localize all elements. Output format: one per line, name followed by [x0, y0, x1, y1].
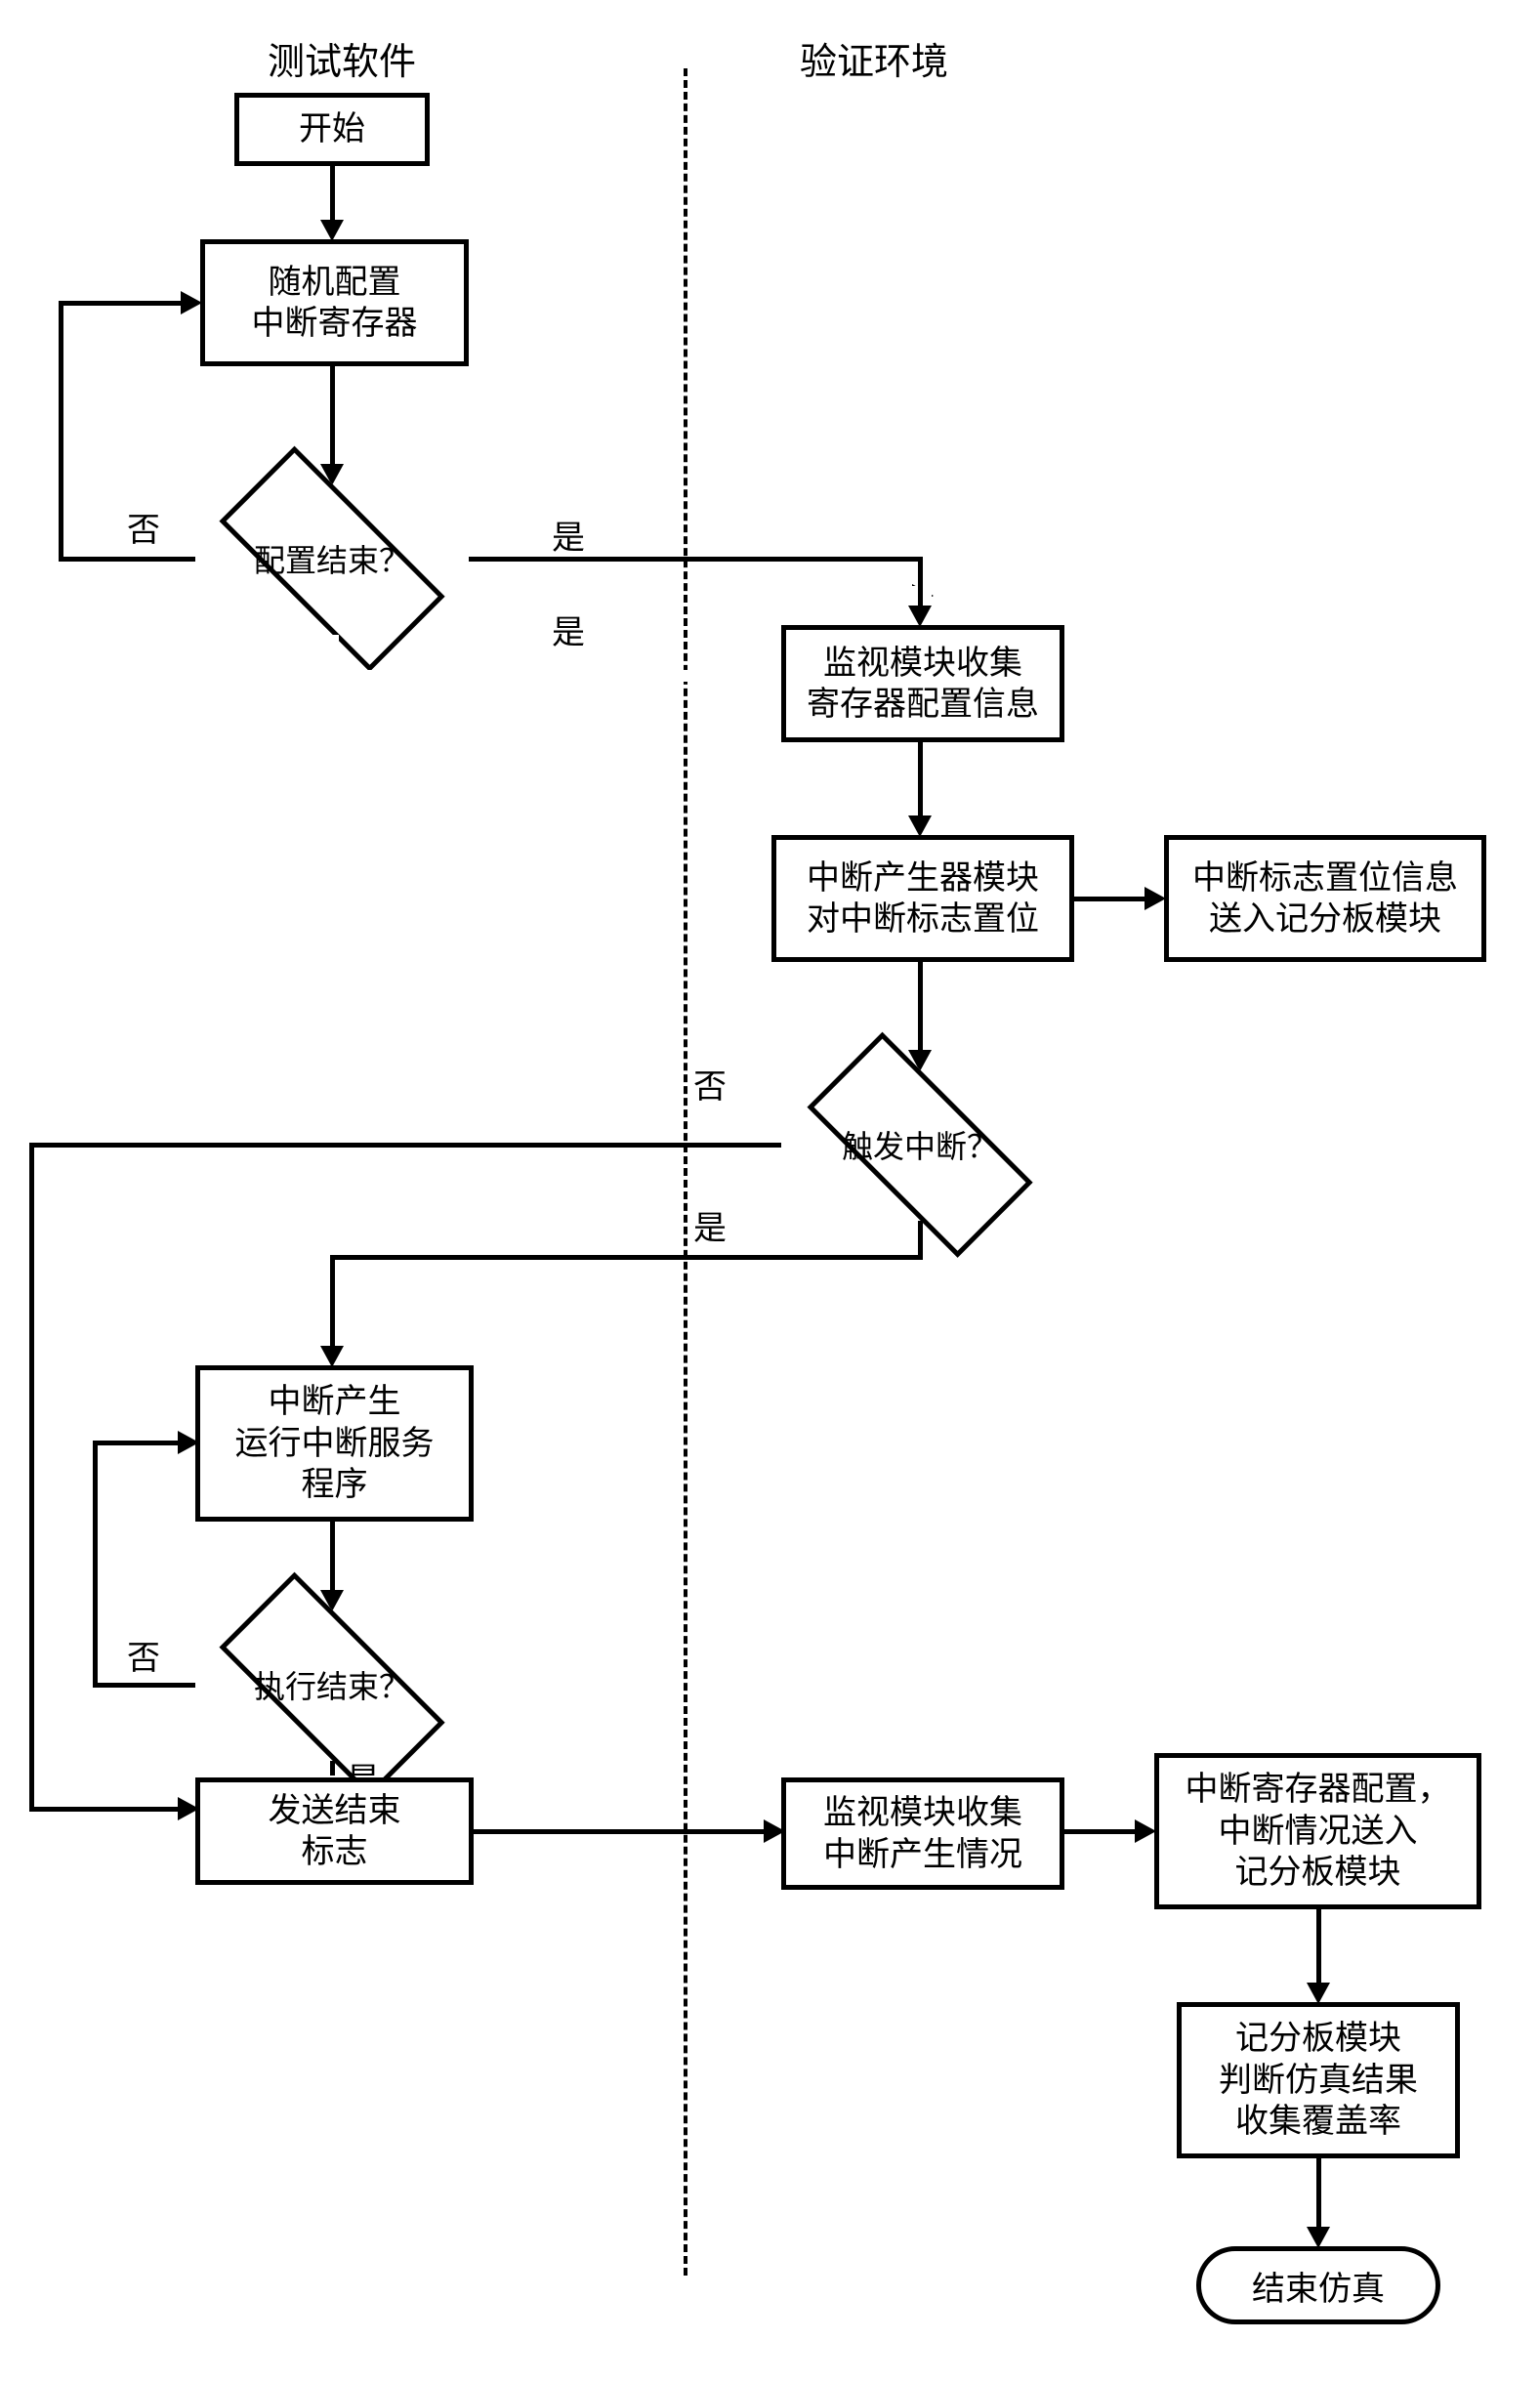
- connector: [330, 166, 335, 220]
- connector: [29, 1807, 181, 1812]
- trigger-interrupt-decision: 触发中断？: [764, 1066, 1076, 1223]
- connector: [330, 1522, 335, 1590]
- arrow: [320, 1346, 344, 1367]
- connector: [93, 1441, 181, 1445]
- connector: [918, 742, 923, 815]
- arrow: [908, 606, 932, 627]
- connector: [29, 1143, 781, 1148]
- connector: [1074, 897, 1147, 901]
- column-header-right: 验证环境: [762, 31, 986, 85]
- decision-label: 触发中断？: [764, 1066, 1076, 1223]
- arrow: [1135, 1819, 1156, 1843]
- connector: [1316, 1909, 1321, 1983]
- start-terminator: 开始: [234, 93, 430, 166]
- interrupt-generator-box: 中断产生器模块 对中断标志置位: [771, 835, 1074, 962]
- connector: [469, 557, 918, 562]
- connector: [59, 301, 184, 306]
- connector: [1316, 2158, 1321, 2227]
- edge-label-yes: 是: [552, 606, 585, 653]
- reg-config-to-scoreboard-box: 中断寄存器配置， 中断情况送入 记分板模块: [1154, 1753, 1481, 1909]
- arrow: [181, 291, 202, 314]
- edge-label-no: 否: [693, 1060, 727, 1107]
- connector: [918, 557, 923, 607]
- flag-set-to-scoreboard-box: 中断标志置位信息 送入记分板模块: [1164, 835, 1486, 962]
- edge-label-yes: 是: [693, 1201, 727, 1249]
- connector: [59, 557, 195, 562]
- config-done-decision: 配置结束？: [176, 481, 488, 637]
- edge-label-no: 否: [127, 503, 160, 551]
- configure-registers-box: 随机配置 中断寄存器: [200, 239, 469, 366]
- connector: [918, 962, 923, 1050]
- connector: [1064, 1829, 1138, 1834]
- connector: [918, 1221, 923, 1260]
- connector: [474, 1829, 767, 1834]
- monitor-collect-interrupt-box: 监视模块收集 中断产生情况: [781, 1777, 1064, 1890]
- arrow: [178, 1431, 199, 1454]
- arrow: [1307, 2227, 1330, 2248]
- column-divider: [684, 68, 687, 2276]
- arrow: [908, 815, 932, 837]
- end-terminator: 结束仿真: [1196, 2246, 1440, 2324]
- mask: [325, 635, 339, 693]
- connector: [330, 366, 335, 464]
- decision-label: 执行结束？: [176, 1607, 488, 1763]
- connector: [93, 1441, 98, 1688]
- monitor-collect-config-box: 监视模块收集 寄存器配置信息: [781, 625, 1064, 742]
- edge-label-no: 否: [127, 1631, 160, 1679]
- arrow: [320, 220, 344, 241]
- column-header-left: 测试软件: [229, 31, 454, 85]
- send-end-flag-box: 发送结束 标志: [195, 1777, 474, 1885]
- connector: [29, 1143, 34, 1807]
- arrow: [1307, 1983, 1330, 2004]
- connector: [330, 1255, 335, 1348]
- decision-label: 配置结束？: [176, 481, 488, 637]
- edge-label-yes: 是: [552, 511, 585, 559]
- scoreboard-judge-box: 记分板模块 判断仿真结果 收集覆盖率: [1177, 2002, 1460, 2158]
- connector: [330, 1255, 923, 1260]
- exec-done-decision: 执行结束？: [176, 1607, 488, 1763]
- isr-box: 中断产生 运行中断服务 程序: [195, 1365, 474, 1522]
- connector: [59, 301, 63, 562]
- connector: [330, 1761, 335, 1776]
- arrow: [1145, 887, 1166, 910]
